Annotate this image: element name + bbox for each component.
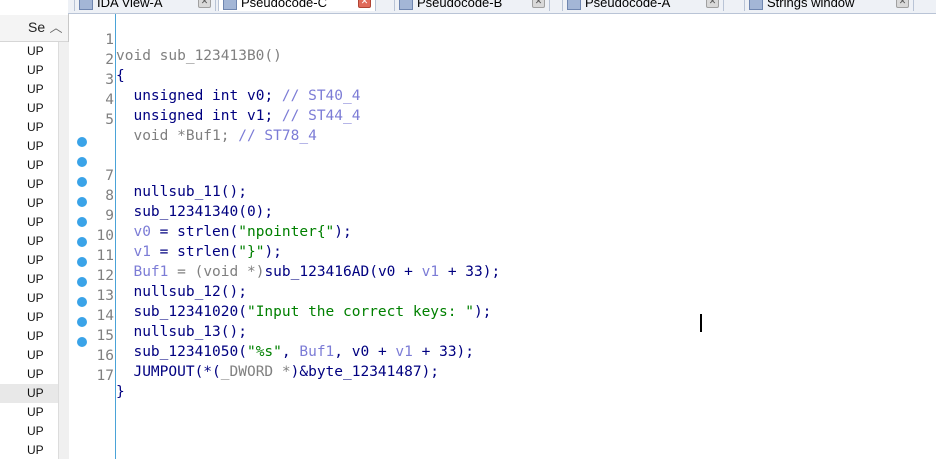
close-icon[interactable]: ✕ [198, 0, 211, 8]
disassembly-icon [79, 0, 93, 10]
tab-label: Strings window [767, 0, 855, 10]
functions-panel-header[interactable]: Se ︿ [0, 15, 68, 42]
tab-label: IDA View-A [97, 0, 163, 10]
functions-panel-title: Se [28, 19, 46, 35]
breakpoint-dot[interactable] [77, 177, 87, 187]
code-line[interactable]: 5 void *Buf1; // ST78_4 [68, 94, 936, 144]
strings-icon [749, 0, 763, 10]
text-cursor [700, 314, 702, 332]
function-list-item[interactable]: UP [0, 308, 58, 327]
code-line[interactable]: 13 sub_12341020("Input the correct keys:… [68, 254, 936, 320]
tab-strings-window[interactable]: Strings window ✕ [744, 0, 914, 11]
tab-bar: IDA View-A ✕ Pseudocode-C ✕ Pseudocode-B… [68, 0, 936, 14]
pseudocode-icon [399, 0, 413, 10]
code-line[interactable]: 1 void sub_123413B0() [68, 14, 936, 64]
breakpoint-dot[interactable] [77, 157, 87, 167]
breakpoint-dot[interactable] [77, 237, 87, 247]
code-line[interactable]: 15 sub_12341050("%s", Buf1, v0 + v1 + 33… [68, 294, 936, 360]
close-brace: } [116, 384, 125, 400]
close-icon[interactable]: ✕ [532, 0, 545, 8]
code-line[interactable]: 3 unsigned int v0; // ST40_4 [68, 54, 936, 104]
code-line[interactable]: 4 unsigned int v1; // ST44_4 [68, 74, 936, 124]
code-line[interactable]: 7 nullsub_11(); [68, 134, 936, 200]
function-list-item[interactable]: UP [0, 346, 58, 365]
tab-label: Pseudocode-C [241, 0, 327, 10]
function-list-item[interactable]: UP [0, 403, 58, 422]
close-icon[interactable]: ✕ [358, 0, 371, 8]
pseudocode-view[interactable]: 1 void sub_123413B0() 2 { 3 unsigned int… [68, 14, 936, 459]
code-line[interactable]: 12 nullsub_12(); [68, 234, 936, 300]
breakpoint-dot[interactable] [77, 297, 87, 307]
line-number: 5 [105, 112, 114, 128]
tab-label: Pseudocode-B [417, 0, 503, 10]
code-line[interactable]: 9 v0 = strlen("npointer{"); [68, 174, 936, 240]
statement[interactable]: JUMPOUT(*(_DWORD *)&byte_12341487); [116, 362, 439, 382]
breakpoint-dot[interactable] [77, 277, 87, 287]
close-icon[interactable]: ✕ [706, 0, 719, 8]
tab-label: Pseudocode-A [585, 0, 671, 10]
close-icon[interactable]: ✕ [896, 0, 909, 8]
breakpoint-dot[interactable] [77, 197, 87, 207]
function-list-item[interactable]: UP [0, 365, 58, 384]
pseudocode-icon [567, 0, 581, 10]
function-list-item[interactable]: UP [0, 156, 58, 175]
function-list-item[interactable]: UP [0, 251, 58, 270]
code-line[interactable]: 11 Buf1 = (void *)sub_123416AD(v0 + v1 +… [68, 214, 936, 280]
breakpoint-dot[interactable] [77, 137, 87, 147]
breakpoint-dot[interactable] [77, 217, 87, 227]
code-line[interactable]: 14 nullsub_13(); [68, 274, 936, 340]
function-list-item[interactable]: UP [0, 118, 58, 137]
function-list-item[interactable]: UP [0, 384, 58, 403]
code-line[interactable]: 2 { [68, 34, 936, 84]
function-list-item[interactable]: UP [0, 194, 58, 213]
function-list-item[interactable]: UP [0, 99, 58, 118]
function-list-item[interactable]: UP [0, 232, 58, 251]
sort-up-icon[interactable]: ︿ [48, 17, 64, 36]
line-number: 17 [96, 368, 114, 384]
function-list-item[interactable]: UP [0, 137, 58, 156]
function-list-item[interactable]: UP [0, 80, 58, 99]
tab-ida-view-a[interactable]: IDA View-A ✕ [74, 0, 216, 11]
tab-pseudocode-b[interactable]: Pseudocode-B ✕ [394, 0, 550, 11]
function-list-item[interactable]: UP [0, 289, 58, 308]
tab-pseudocode-a[interactable]: Pseudocode-A ✕ [562, 0, 724, 11]
function-list-item[interactable]: UP [0, 441, 58, 460]
breakpoint-dot[interactable] [77, 337, 87, 347]
functions-panel: Se ︿ UP UP UP UP UP UP UP UP UP UP UP UP UP UP UP UP UP U… [0, 0, 69, 459]
function-list-item[interactable]: UP [0, 327, 58, 346]
pseudocode-icon [223, 0, 237, 10]
code-line[interactable]: 16 JUMPOUT(*(_DWORD *)&byte_12341487); [68, 314, 936, 380]
breakpoint-dot[interactable] [77, 317, 87, 327]
function-list-item[interactable]: UP [0, 422, 58, 441]
function-list-item[interactable]: UP [0, 270, 58, 289]
function-list-item[interactable]: UP [0, 213, 58, 232]
function-list-item[interactable]: UP [0, 61, 58, 80]
function-list-item[interactable]: UP [0, 42, 58, 61]
functions-list: UP UP UP UP UP UP UP UP UP UP UP UP UP UP UP UP UP UP UP UP… [0, 42, 58, 460]
code-line[interactable]: 8 sub_12341340(0); [68, 154, 936, 220]
code-line[interactable]: 10 v1 = strlen("}"); [68, 194, 936, 260]
function-list-item[interactable]: UP [0, 175, 58, 194]
code-line[interactable]: 17 } [68, 334, 936, 400]
breakpoint-dot[interactable] [77, 257, 87, 267]
tab-pseudocode-c[interactable]: Pseudocode-C ✕ [218, 0, 376, 11]
